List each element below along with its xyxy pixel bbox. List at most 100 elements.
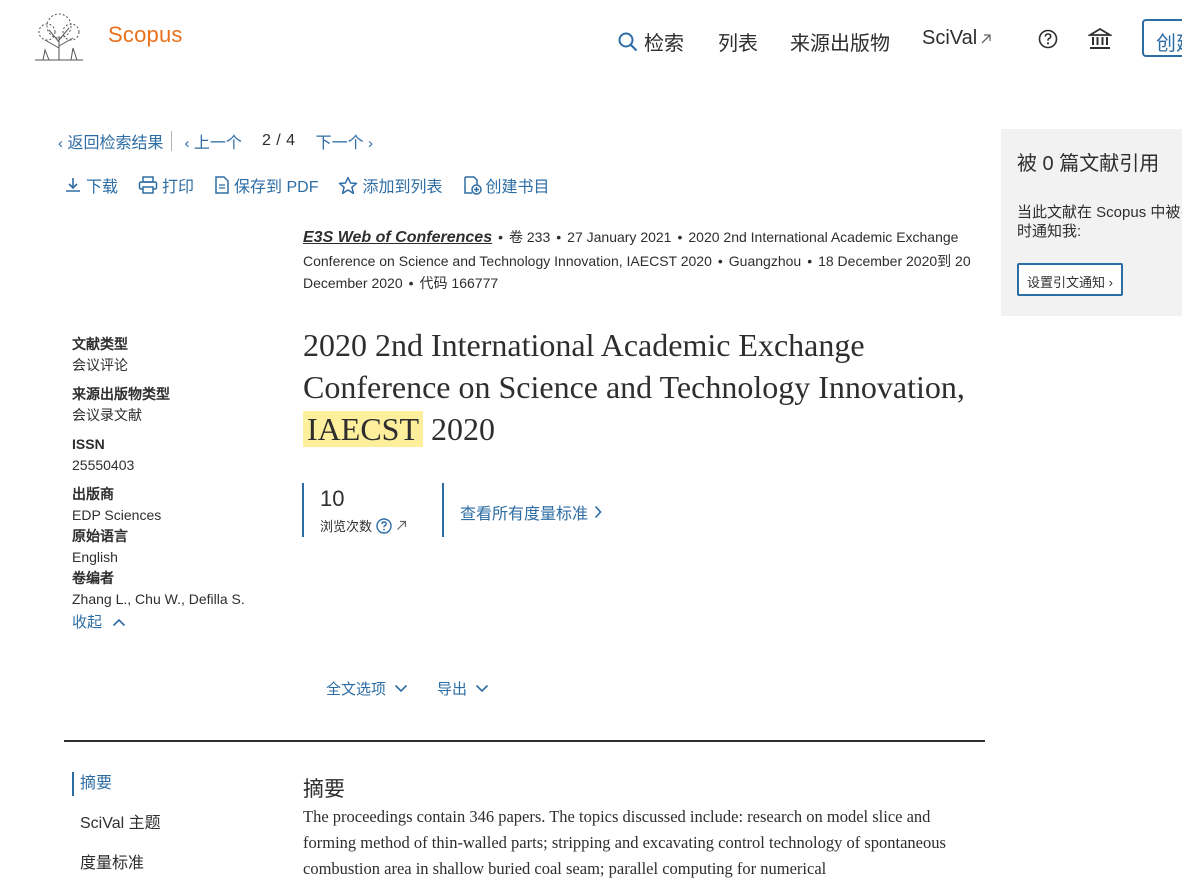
language-value: English bbox=[72, 549, 118, 565]
publication-date: 27 January 2021 bbox=[567, 229, 672, 245]
cited-by-panel: 被 0 篇文献引用 当此文献在 Scopus 中被引用时通知我: 设置引文通知 … bbox=[1001, 129, 1182, 316]
save-to-pdf-button[interactable]: 保存到 PDF bbox=[214, 173, 318, 197]
back-to-results-label: 返回检索结果 bbox=[67, 135, 164, 152]
chevron-up-icon bbox=[112, 618, 126, 627]
external-link-icon[interactable] bbox=[396, 520, 407, 531]
abstract-heading: 摘要 bbox=[303, 778, 345, 801]
separator-dot: • bbox=[807, 252, 813, 269]
metric-divider bbox=[302, 483, 304, 537]
view-all-metrics-link[interactable]: 查看所有度量标准 bbox=[460, 500, 602, 524]
source-type-value: 会议录文献 bbox=[72, 407, 142, 423]
separator-dot: • bbox=[556, 229, 562, 245]
section-divider bbox=[64, 740, 985, 742]
language-label: 原始语言 bbox=[72, 528, 128, 544]
section-nav: 摘要 SciVal 主题 度量标准 bbox=[72, 772, 161, 892]
issn-label: ISSN bbox=[72, 436, 105, 452]
print-button[interactable]: 打印 bbox=[138, 173, 194, 197]
nav-sources[interactable]: 来源出版物 bbox=[790, 27, 890, 56]
doc-type-label: 文献类型 bbox=[72, 336, 128, 352]
breadcrumb-divider bbox=[171, 131, 173, 151]
collapse-label: 收起 bbox=[72, 614, 103, 631]
title-highlight: IAECST bbox=[303, 411, 423, 447]
breadcrumb: ‹ 返回检索结果 ‹ 上一个 2 / 4 下一个 › bbox=[58, 129, 373, 153]
institution-icon[interactable] bbox=[1086, 27, 1114, 56]
nav-search[interactable]: 检索 bbox=[618, 27, 684, 56]
section-nav-scival-topics[interactable]: SciVal 主题 bbox=[72, 812, 161, 836]
abstract-text: The proceedings contain 346 papers. The … bbox=[303, 807, 946, 878]
view-all-metrics-label: 查看所有度量标准 bbox=[460, 506, 589, 523]
separator-dot: • bbox=[717, 252, 723, 269]
separator-dot: • bbox=[677, 229, 683, 245]
chevron-right-icon: › bbox=[368, 135, 374, 152]
nav-scival-label: SciVal bbox=[922, 27, 978, 49]
editors-label: 卷编者 bbox=[72, 570, 114, 586]
pdf-icon bbox=[215, 176, 229, 194]
cited-by-title: 被 0 篇文献引用 bbox=[1017, 153, 1160, 175]
export-label: 导出 bbox=[437, 681, 468, 698]
collapse-details-button[interactable]: 收起 bbox=[72, 612, 272, 633]
bibliography-icon bbox=[463, 175, 482, 195]
editors-value: Zhang L., Chu W., Defilla S. bbox=[72, 591, 245, 607]
section-nav-abstract[interactable]: 摘要 bbox=[72, 772, 161, 796]
conference-code: 代码 166777 bbox=[419, 275, 499, 291]
create-bibliography-button[interactable]: 创建书目 bbox=[463, 173, 550, 197]
download-icon bbox=[66, 178, 80, 192]
nav-search-label: 检索 bbox=[644, 33, 684, 55]
section-nav-metrics[interactable]: 度量标准 bbox=[72, 852, 161, 876]
result-pager: 2 / 4 bbox=[261, 132, 296, 149]
publisher-value: EDP Sciences bbox=[72, 507, 162, 523]
next-link[interactable]: 下一个 › bbox=[316, 129, 373, 153]
nav-lists[interactable]: 列表 bbox=[718, 27, 758, 56]
publisher-label: 出版商 bbox=[72, 486, 114, 502]
document-title: 2020 2nd International Academic Exchange… bbox=[303, 324, 983, 450]
document-toolbar: 下载 打印 保存到 PDF 添加到列表 创建书目 bbox=[64, 173, 550, 197]
metric-divider bbox=[442, 483, 444, 537]
save-to-pdf-label: 保存到 PDF bbox=[234, 179, 319, 196]
create-account-button[interactable]: 创建 bbox=[1142, 19, 1182, 57]
chevron-right-icon bbox=[594, 505, 602, 519]
scopus-brand[interactable]: Scopus bbox=[108, 22, 183, 48]
external-link-icon bbox=[981, 33, 991, 43]
help-icon[interactable] bbox=[376, 517, 392, 534]
back-to-results-link[interactable]: ‹ 返回检索结果 bbox=[58, 129, 163, 153]
create-bibliography-label: 创建书目 bbox=[485, 179, 550, 196]
print-label: 打印 bbox=[162, 179, 195, 196]
help-icon[interactable] bbox=[1038, 29, 1058, 54]
chevron-left-icon: ‹ bbox=[58, 135, 63, 152]
source-type-label: 来源出版物类型 bbox=[72, 386, 170, 402]
views-label: 浏览次数 bbox=[320, 519, 373, 534]
separator-dot: • bbox=[498, 229, 503, 245]
nav-scival[interactable]: SciVal bbox=[922, 27, 992, 50]
set-citation-alert-label: 设置引文通知 bbox=[1027, 275, 1106, 290]
download-label: 下载 bbox=[86, 179, 119, 196]
download-button[interactable]: 下载 bbox=[64, 173, 118, 197]
full-text-options-label: 全文选项 bbox=[326, 681, 387, 698]
journal-link[interactable]: E3S Web of Conferences bbox=[303, 229, 492, 246]
doc-type-value: 会议评论 bbox=[72, 357, 128, 373]
volume: 卷 233 bbox=[509, 229, 551, 245]
full-text-options-dropdown[interactable]: 全文选项 bbox=[326, 678, 408, 699]
chevron-down-icon bbox=[394, 684, 408, 693]
title-text-end: 2020 bbox=[431, 411, 495, 447]
add-to-list-button[interactable]: 添加到列表 bbox=[338, 173, 443, 197]
previous-label: 上一个 bbox=[193, 135, 242, 152]
views-label-group: 浏览次数 bbox=[320, 516, 407, 535]
previous-link[interactable]: ‹ 上一个 bbox=[184, 129, 241, 153]
printer-icon bbox=[138, 176, 158, 194]
conference-location: Guangzhou bbox=[728, 252, 802, 269]
title-text: 2020 2nd International Academic Exchange… bbox=[303, 327, 965, 405]
chevron-down-icon bbox=[475, 684, 489, 693]
elsevier-tree-logo[interactable] bbox=[31, 12, 87, 64]
document-details: 文献类型 会议评论 来源出版物类型 会议录文献 ISSN 25550403 出版… bbox=[72, 334, 272, 633]
next-label: 下一个 bbox=[315, 135, 364, 152]
source-info: E3S Web of Conferences • 卷 233 • 27 January … bbox=[303, 226, 983, 295]
views-count: 10 bbox=[320, 486, 345, 511]
star-icon bbox=[339, 176, 358, 194]
set-citation-alert-button[interactable]: 设置引文通知 › bbox=[1017, 263, 1123, 296]
cited-by-description: 当此文献在 Scopus 中被引用时通知我: bbox=[1017, 204, 1182, 240]
add-to-list-label: 添加到列表 bbox=[362, 179, 443, 196]
export-dropdown[interactable]: 导出 bbox=[437, 678, 489, 699]
chevron-right-icon: › bbox=[1108, 275, 1113, 290]
chevron-left-icon: ‹ bbox=[184, 135, 190, 152]
search-icon bbox=[618, 32, 638, 51]
